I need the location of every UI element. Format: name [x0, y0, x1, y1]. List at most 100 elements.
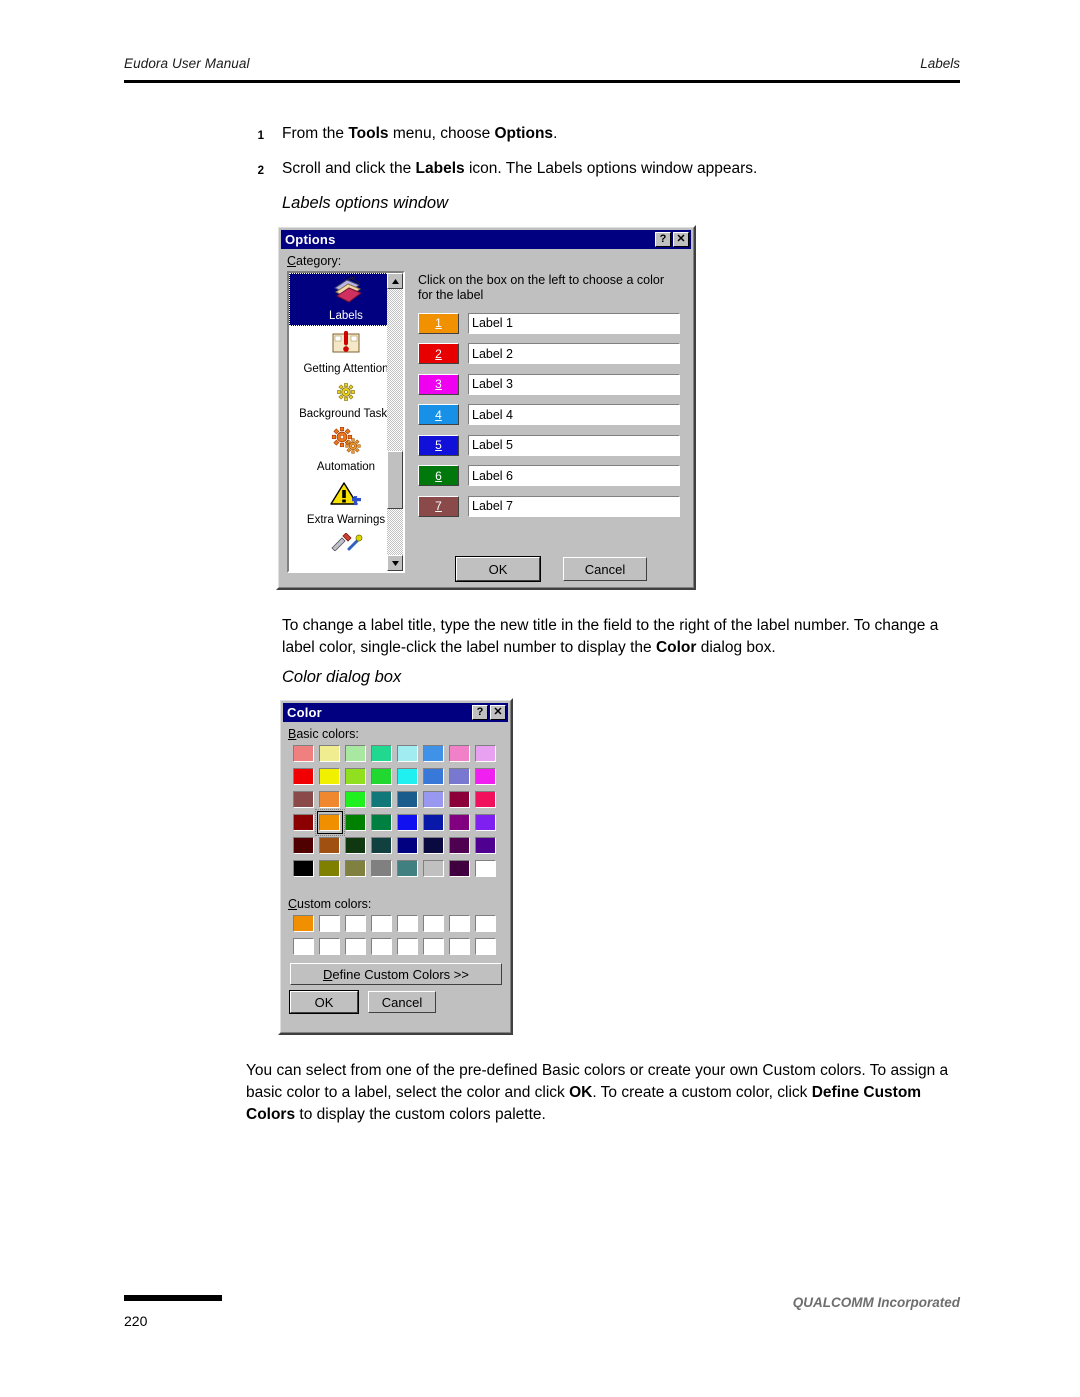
basic-color-swatch-r1c4[interactable] [394, 765, 420, 788]
basic-color-swatch-r3c4[interactable] [394, 811, 420, 834]
basic-color-swatch-r2c6[interactable] [446, 788, 472, 811]
basic-color-swatch-r5c2[interactable] [342, 857, 368, 880]
help-icon[interactable]: ? [655, 232, 671, 247]
basic-color-swatch-r4c5[interactable] [420, 834, 446, 857]
label-title-input-2[interactable]: Label 2 [468, 343, 680, 364]
label-rows[interactable]: 1 Label 1 2 Label 2 3 Label 3 4 Label 4 5 Label 5… [418, 312, 680, 526]
basic-color-swatch-r5c3[interactable] [368, 857, 394, 880]
basic-color-swatch-r3c5[interactable] [420, 811, 446, 834]
category-item-background-tasks[interactable]: Background Tasks [289, 379, 403, 424]
scroll-down-icon[interactable] [387, 555, 403, 571]
custom-color-swatch-r0c3[interactable] [368, 912, 394, 935]
custom-color-swatch-r1c1[interactable] [316, 935, 342, 958]
basic-color-swatch-r2c0[interactable] [290, 788, 316, 811]
basic-color-swatch-r2c4[interactable] [394, 788, 420, 811]
custom-color-swatch-r1c6[interactable] [446, 935, 472, 958]
basic-color-swatch-r0c6[interactable] [446, 742, 472, 765]
basic-color-swatch-r4c3[interactable] [368, 834, 394, 857]
label-color-button-3[interactable]: 3 [418, 373, 459, 395]
category-item-labels[interactable]: Labels [289, 273, 403, 326]
label-row[interactable]: 2 Label 2 [418, 343, 680, 365]
options-dialog[interactable]: Options ? ✕ Category: Labels Getting Att… [276, 225, 696, 590]
close-icon[interactable]: ✕ [673, 232, 689, 247]
label-color-button-4[interactable]: 4 [418, 404, 459, 425]
basic-color-swatch-r1c2[interactable] [342, 765, 368, 788]
basic-color-swatch-r5c1[interactable] [316, 857, 342, 880]
category-item-getting-attention[interactable]: Getting Attention [289, 326, 403, 379]
close-icon[interactable]: ✕ [490, 705, 506, 720]
category-item-automation[interactable]: Automation [289, 424, 403, 477]
basic-color-swatch-r2c3[interactable] [368, 788, 394, 811]
basic-color-swatch-r5c0[interactable] [290, 857, 316, 880]
color-cancel-button[interactable]: Cancel [368, 991, 436, 1013]
custom-color-swatch-r1c3[interactable] [368, 935, 394, 958]
basic-color-swatch-r5c6[interactable] [446, 857, 472, 880]
label-row[interactable]: 6 Label 6 [418, 465, 680, 487]
basic-color-swatch-r5c7[interactable] [472, 857, 498, 880]
label-color-button-6[interactable]: 6 [418, 465, 459, 486]
custom-color-swatch-r0c1[interactable] [316, 912, 342, 935]
custom-color-swatch-r1c7[interactable] [472, 935, 498, 958]
basic-color-swatch-r0c4[interactable] [394, 742, 420, 765]
custom-color-swatch-r1c2[interactable] [342, 935, 368, 958]
color-dialog[interactable]: Color ? ✕ Basic colors: Custom colors: D… [278, 698, 513, 1035]
basic-color-swatch-r3c3[interactable] [368, 811, 394, 834]
basic-color-swatch-r4c6[interactable] [446, 834, 472, 857]
basic-color-swatch-r1c0[interactable] [290, 765, 316, 788]
basic-color-swatch-r5c5[interactable] [420, 857, 446, 880]
basic-color-swatch-r3c1[interactable] [315, 809, 345, 836]
options-titlebar[interactable]: Options ? ✕ [281, 230, 691, 249]
define-custom-colors-button[interactable]: Define Custom Colors >> [290, 963, 502, 985]
options-cancel-button[interactable]: Cancel [563, 557, 647, 581]
basic-color-swatch-r3c6[interactable] [446, 811, 472, 834]
scrollbar-track[interactable] [387, 289, 403, 555]
basic-color-swatch-r0c7[interactable] [472, 742, 498, 765]
category-item-more[interactable] [289, 530, 403, 560]
label-color-button-2[interactable]: 2 [418, 343, 459, 364]
basic-color-swatch-r0c1[interactable] [316, 742, 342, 765]
basic-color-swatch-r3c0[interactable] [290, 811, 316, 834]
label-color-button-5[interactable]: 5 [418, 434, 459, 456]
basic-color-swatch-r4c7[interactable] [472, 834, 498, 857]
label-title-input-5[interactable]: Label 5 [468, 434, 680, 456]
label-row[interactable]: 1 Label 1 [418, 312, 680, 334]
label-row[interactable]: 7 Label 7 [418, 495, 680, 517]
custom-color-swatch-r0c4[interactable] [394, 912, 420, 935]
category-scrollbar[interactable] [387, 273, 403, 571]
custom-colors-grid[interactable] [290, 912, 498, 958]
custom-color-swatch-r0c7[interactable] [472, 912, 498, 935]
basic-color-swatch-r5c4[interactable] [394, 857, 420, 880]
custom-color-swatch-r1c5[interactable] [420, 935, 446, 958]
custom-color-swatch-r0c2[interactable] [342, 912, 368, 935]
basic-color-swatch-r1c3[interactable] [368, 765, 394, 788]
label-title-input-4[interactable]: Label 4 [468, 404, 680, 425]
basic-colors-grid[interactable] [290, 742, 498, 880]
basic-color-swatch-r4c2[interactable] [342, 834, 368, 857]
label-title-input-1[interactable]: Label 1 [468, 312, 680, 334]
basic-color-swatch-r0c0[interactable] [290, 742, 316, 765]
custom-color-swatch-r1c0[interactable] [290, 935, 316, 958]
label-row[interactable]: 5 Label 5 [418, 434, 680, 456]
basic-color-swatch-r1c7[interactable] [472, 765, 498, 788]
help-icon[interactable]: ? [472, 705, 488, 720]
basic-color-swatch-r2c5[interactable] [420, 788, 446, 811]
basic-color-swatch-r4c0[interactable] [290, 834, 316, 857]
label-title-input-3[interactable]: Label 3 [468, 373, 680, 395]
category-item-extra-warnings[interactable]: Extra Warnings [289, 477, 403, 530]
custom-color-swatch-r1c4[interactable] [394, 935, 420, 958]
basic-color-swatch-r3c2[interactable] [342, 811, 368, 834]
basic-color-swatch-r2c1[interactable] [316, 788, 342, 811]
basic-color-swatch-r4c1[interactable] [316, 834, 342, 857]
custom-color-swatch-r0c5[interactable] [420, 912, 446, 935]
basic-color-swatch-r1c1[interactable] [316, 765, 342, 788]
color-ok-button[interactable]: OK [289, 990, 359, 1014]
label-title-input-7[interactable]: Label 7 [468, 495, 680, 517]
category-list-items[interactable]: Labels Getting Attention Background Tasks… [289, 273, 403, 571]
category-list[interactable]: Labels Getting Attention Background Tasks… [287, 271, 405, 573]
custom-color-swatch-r0c6[interactable] [446, 912, 472, 935]
label-title-input-6[interactable]: Label 6 [468, 465, 680, 486]
basic-color-swatch-r4c4[interactable] [394, 834, 420, 857]
basic-color-swatch-r2c2[interactable] [342, 788, 368, 811]
color-titlebar[interactable]: Color ? ✕ [283, 703, 508, 722]
label-row[interactable]: 4 Label 4 [418, 404, 680, 426]
